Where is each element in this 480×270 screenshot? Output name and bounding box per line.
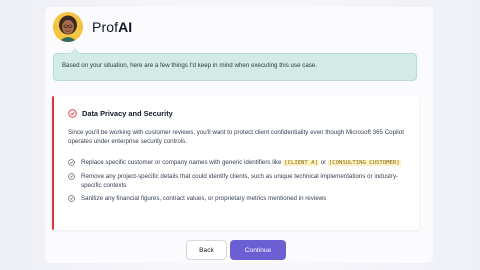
notice-pointer <box>69 48 81 54</box>
notice-text: Based on your situation, here are a few … <box>62 62 318 69</box>
recommendation-list: Replace specific customer or company nam… <box>68 158 408 207</box>
footer-actions: Back Continue <box>45 240 433 262</box>
list-item-text: Remove any project-specific details that… <box>81 173 399 189</box>
main-panel: ProfAI Based on your situation, here are… <box>45 7 433 263</box>
list-item: Replace specific customer or company nam… <box>68 158 408 168</box>
check-circle-icon <box>68 195 75 202</box>
avatar <box>53 12 83 42</box>
privacy-card: Data Privacy and Security Since you'll b… <box>52 96 419 230</box>
code-placeholder: [CONSULTING CUSTOMER] <box>327 160 401 166</box>
list-item-text: Sanitize any financial figures, contract… <box>81 195 327 202</box>
check-circle-icon <box>68 173 75 180</box>
card-header: Data Privacy and Security <box>68 109 173 118</box>
guidance-notice: Based on your situation, here are a few … <box>53 48 417 81</box>
back-button[interactable]: Back <box>186 240 227 260</box>
check-circle-icon <box>68 109 77 118</box>
header: ProfAI <box>53 9 132 45</box>
check-circle-icon <box>68 159 75 166</box>
list-item: Remove any project-specific details that… <box>68 172 408 190</box>
brand-name: ProfAI <box>92 19 133 35</box>
card-title: Data Privacy and Security <box>82 109 173 118</box>
card-intro: Since you'll be working with customer re… <box>68 129 404 145</box>
continue-button[interactable]: Continue <box>230 240 286 260</box>
avatar-illustration-icon <box>53 12 83 42</box>
list-item: Sanitize any financial figures, contract… <box>68 194 408 203</box>
list-item-text: Replace specific customer or company nam… <box>81 159 401 166</box>
code-placeholder: [CLIENT A] <box>283 160 319 166</box>
